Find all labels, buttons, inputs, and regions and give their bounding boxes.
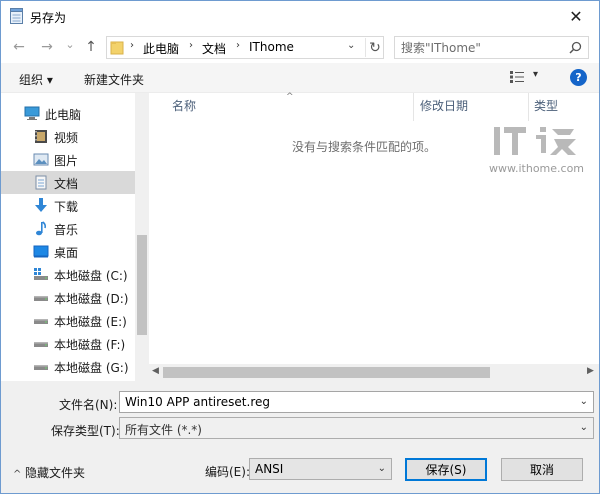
sidebar-item-drive-e[interactable]: 本地磁盘 (E:) — [1, 309, 135, 332]
forward-arrow-icon[interactable]: → — [38, 38, 56, 56]
view-options-chevron-icon[interactable]: ▾ — [533, 69, 538, 80]
system-drive-icon — [34, 268, 48, 280]
filename-history-chevron-icon[interactable]: ⌄ — [580, 396, 588, 407]
filetype-value: 所有文件 (*.*) — [125, 423, 202, 437]
column-divider[interactable] — [413, 93, 414, 121]
search-box[interactable] — [394, 36, 589, 59]
sidebar-item-videos[interactable]: 视频 — [1, 125, 135, 148]
column-header-date-modified[interactable]: 修改日期 — [420, 97, 468, 114]
breadcrumb-separator-icon: › — [189, 40, 193, 51]
sidebar-item-label: 图片 — [54, 154, 79, 168]
sidebar-item-label: 桌面 — [54, 246, 79, 260]
collapse-chevron-icon: ^ — [13, 469, 22, 480]
refresh-icon[interactable]: ↻ — [365, 38, 384, 57]
filename-value[interactable]: Win10 APP antireset.reg — [125, 395, 270, 409]
scrollbar-thumb[interactable] — [137, 235, 147, 335]
drive-icon — [34, 319, 48, 324]
scrollbar-thumb[interactable] — [163, 367, 490, 378]
sidebar-item-label: 本地磁盘 (F:) — [54, 338, 126, 352]
address-history-chevron-icon[interactable]: ⌄ — [347, 40, 355, 51]
filename-label: 文件名(N): — [59, 398, 118, 412]
column-divider[interactable] — [528, 93, 529, 121]
sidebar-item-downloads[interactable]: 下载 — [1, 194, 135, 217]
watermark-url: www.ithome.com — [489, 162, 585, 175]
notepad-icon — [10, 8, 23, 24]
breadcrumb-separator-icon: › — [236, 40, 240, 51]
drive-icon — [34, 365, 48, 370]
title-bar: 另存为 ✕ — [1, 1, 599, 32]
sidebar-item-drive-c[interactable]: 本地磁盘 (C:) — [1, 263, 135, 286]
scroll-right-icon[interactable]: ▶ — [587, 366, 594, 376]
encoding-label: 编码(E): — [205, 465, 250, 479]
organize-button[interactable]: 组织 ▾ — [19, 71, 53, 88]
hide-folders-label: 隐藏文件夹 — [25, 466, 86, 480]
sidebar-item-this-pc[interactable]: 此电脑 — [1, 102, 135, 125]
breadcrumb-ithome[interactable]: IThome — [249, 40, 294, 54]
command-bar: 组织 ▾ 新建文件夹 ▾ ? — [1, 63, 599, 93]
scroll-left-icon[interactable]: ◀ — [152, 366, 159, 376]
drive-icon — [34, 342, 48, 347]
filename-field[interactable]: Win10 APP antireset.reg ⌄ — [119, 391, 594, 413]
sidebar-item-label: 下载 — [54, 200, 79, 214]
recent-locations-chevron-icon[interactable]: ⌄ — [61, 35, 79, 53]
encoding-chevron-icon[interactable]: ⌄ — [378, 463, 386, 474]
filetype-label: 保存类型(T): — [51, 424, 120, 438]
sidebar-item-label: 本地磁盘 (G:) — [54, 361, 129, 375]
encoding-value: ANSI — [255, 462, 284, 476]
save-button[interactable]: 保存(S) — [405, 458, 487, 481]
sidebar-item-label: 视频 — [54, 131, 79, 145]
sidebar-item-label: 音乐 — [54, 223, 79, 237]
sidebar-item-drive-f[interactable]: 本地磁盘 (F:) — [1, 332, 135, 355]
encoding-select[interactable]: ANSI ⌄ — [249, 458, 392, 480]
filetype-select[interactable]: 所有文件 (*.*) ⌄ — [119, 417, 594, 439]
sidebar-item-music[interactable]: 音乐 — [1, 217, 135, 240]
download-icon — [35, 198, 47, 212]
window-title: 另存为 — [30, 11, 67, 25]
sidebar-item-desktop[interactable]: 桌面 — [1, 240, 135, 263]
breadcrumb-this-pc[interactable]: 此电脑 — [143, 40, 179, 57]
sidebar-item-drive-d[interactable]: 本地磁盘 (D:) — [1, 286, 135, 309]
sidebar-item-label: 此电脑 — [45, 108, 82, 122]
column-header-name[interactable]: 名称 — [172, 97, 196, 114]
drive-icon — [34, 296, 48, 301]
video-icon — [35, 130, 47, 143]
up-arrow-icon[interactable]: ↑ — [82, 38, 100, 56]
address-bar[interactable]: › 此电脑 › 文档 › IThome ⌄ ↻ — [106, 36, 384, 59]
ithome-watermark: www.ithome.com — [489, 119, 589, 179]
sidebar-item-documents[interactable]: 文档 — [1, 171, 135, 194]
pictures-icon — [33, 153, 49, 166]
close-icon[interactable]: ✕ — [553, 1, 599, 32]
desktop-icon — [33, 245, 49, 258]
filetype-chevron-icon[interactable]: ⌄ — [580, 422, 588, 433]
sidebar-item-drive-g[interactable]: 本地磁盘 (G:) — [1, 355, 135, 378]
help-icon[interactable]: ? — [570, 69, 587, 86]
sidebar-item-label: 本地磁盘 (E:) — [54, 315, 127, 329]
save-as-dialog: 另存为 ✕ ← → ⌄ ↑ › 此电脑 › 文档 › IThome ⌄ ↻ 搜索… — [0, 0, 600, 494]
breadcrumb-separator-icon: › — [130, 40, 134, 51]
view-options-icon[interactable] — [509, 70, 525, 84]
navigation-pane: 此电脑 视频 图片 文档 下载 音乐 桌面 本地磁盘 (C:) 本地磁盘 (D:… — [1, 93, 149, 381]
back-arrow-icon[interactable]: ← — [10, 38, 28, 56]
navigation-bar: ← → ⌄ ↑ › 此电脑 › 文档 › IThome ⌄ ↻ — [1, 32, 599, 63]
navigation-pane-scrollbar[interactable] — [135, 93, 149, 381]
sidebar-item-label: 文档 — [54, 177, 79, 191]
new-folder-button[interactable]: 新建文件夹 — [84, 71, 144, 88]
breadcrumb-documents[interactable]: 文档 — [202, 40, 226, 57]
sidebar-item-label: 本地磁盘 (C:) — [54, 269, 128, 283]
ithome-logo-icon — [494, 127, 576, 155]
column-header-type[interactable]: 类型 — [534, 97, 558, 114]
search-input[interactable] — [401, 40, 561, 56]
sidebar-item-pictures[interactable]: 图片 — [1, 148, 135, 171]
hide-folders-toggle[interactable]: ^ 隐藏文件夹 — [13, 464, 85, 481]
folder-icon — [110, 41, 124, 55]
computer-icon — [24, 106, 40, 120]
sidebar-item-label: 本地磁盘 (D:) — [54, 292, 129, 306]
sort-ascending-icon: ^ — [286, 92, 294, 102]
file-list-horizontal-scrollbar[interactable]: ◀ ▶ — [149, 364, 599, 381]
music-icon — [36, 221, 47, 236]
cancel-button[interactable]: 取消 — [501, 458, 583, 481]
search-icon[interactable] — [569, 41, 582, 54]
documents-icon — [35, 175, 47, 190]
